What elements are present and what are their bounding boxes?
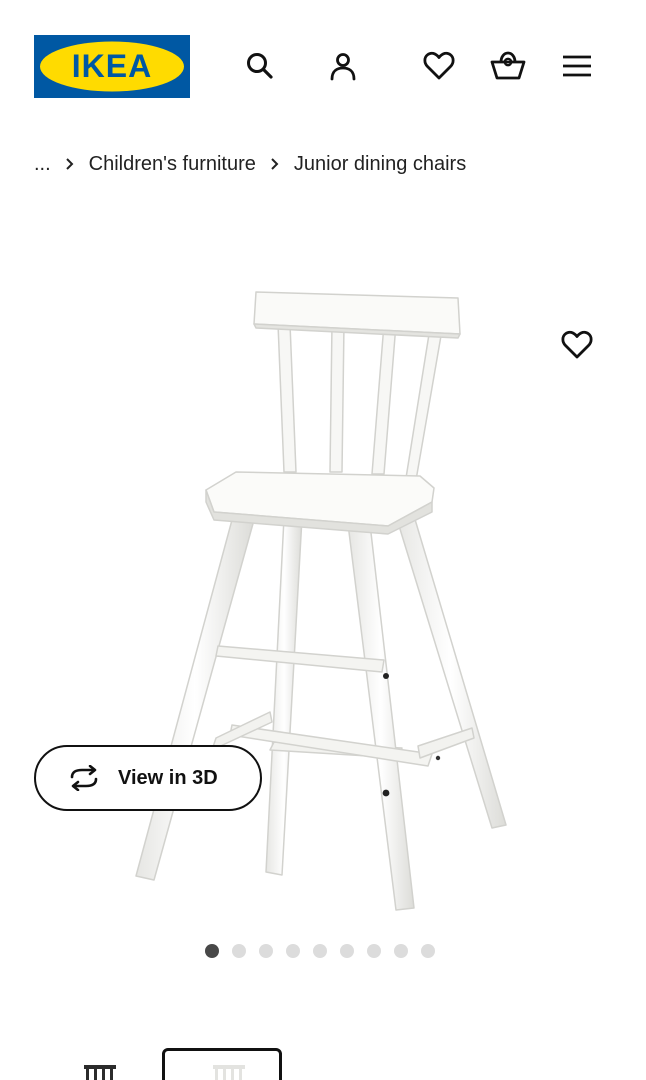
shopping-basket-icon	[490, 51, 526, 80]
chevron-right-icon	[270, 157, 280, 171]
dark-chair-thumbnail-image	[84, 1065, 116, 1080]
white-chair-thumbnail-image	[213, 1065, 245, 1080]
add-to-favourites-button[interactable]	[554, 322, 600, 368]
view-in-3d-button[interactable]: View in 3D	[34, 745, 262, 811]
breadcrumb: ... Children's furniture Junior dining c…	[34, 146, 466, 182]
carousel-dot-6[interactable]	[340, 944, 354, 958]
heart-icon	[561, 330, 593, 359]
carousel-dot-8[interactable]	[394, 944, 408, 958]
white-junior-chair-image	[135, 291, 507, 911]
image-carousel-dots	[205, 944, 435, 958]
favourites-button[interactable]	[417, 44, 461, 88]
heart-icon	[423, 51, 455, 80]
account-button[interactable]	[321, 44, 365, 88]
thumbnail-1[interactable]	[44, 1048, 164, 1080]
breadcrumb-childrens-furniture[interactable]: Children's furniture	[89, 153, 256, 176]
logo-text: IKEA	[72, 48, 152, 84]
thumbnail-2-selected[interactable]	[162, 1048, 282, 1080]
product-image[interactable]	[120, 280, 540, 920]
search-icon	[247, 53, 273, 79]
rotate-3d-icon	[70, 765, 98, 791]
carousel-dot-9[interactable]	[421, 944, 435, 958]
carousel-dot-4[interactable]	[286, 944, 300, 958]
carousel-dot-3[interactable]	[259, 944, 273, 958]
ikea-logo[interactable]: IKEA	[34, 35, 190, 98]
chevron-right-icon	[65, 157, 75, 171]
carousel-dot-1[interactable]	[205, 944, 219, 958]
cart-button[interactable]	[486, 44, 530, 88]
hamburger-menu-icon	[563, 55, 591, 77]
menu-button[interactable]	[555, 44, 599, 88]
view-in-3d-label: View in 3D	[118, 766, 218, 789]
product-page: IKEA ... Children's furniture Junior din…	[0, 0, 646, 1080]
search-button[interactable]	[238, 44, 282, 88]
carousel-dot-5[interactable]	[313, 944, 327, 958]
carousel-dot-2[interactable]	[232, 944, 246, 958]
user-icon	[330, 53, 356, 81]
breadcrumb-ellipsis[interactable]: ...	[34, 153, 51, 176]
carousel-dot-7[interactable]	[367, 944, 381, 958]
ikea-logo-icon: IKEA	[34, 35, 190, 98]
breadcrumb-junior-dining-chairs[interactable]: Junior dining chairs	[294, 153, 466, 176]
